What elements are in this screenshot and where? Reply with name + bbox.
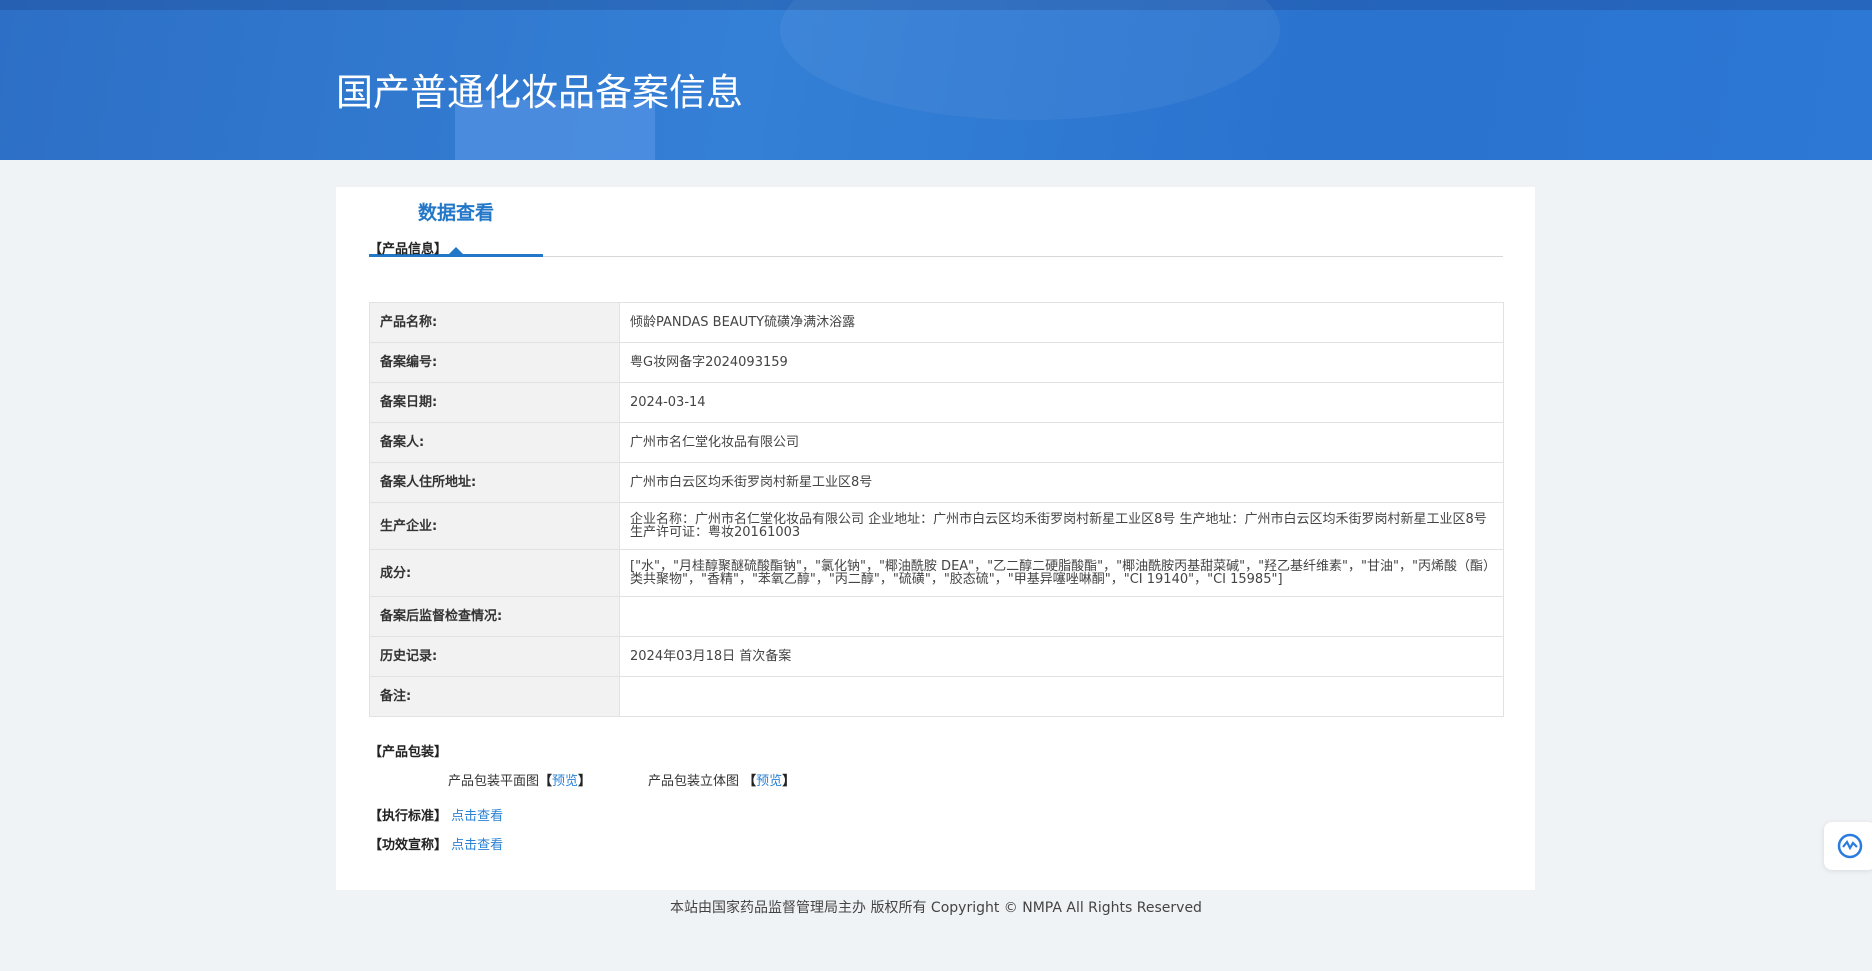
row-label: 备案编号: [369,342,620,383]
row-label: 备案后监督检查情况: [369,596,620,637]
packaging-solid-label: 产品包装立体图 [648,774,740,789]
standard-label: 【执行标准】 [369,809,448,824]
standard-row: 【执行标准】 点击查看 [369,805,503,824]
efficacy-row: 【功效宣称】 点击查看 [369,834,503,853]
row-value: 广州市名仁堂化妆品有限公司 [619,422,1504,463]
table-row: 产品名称: 倾龄PANDAS BEAUTY硫磺净满沐浴露 [369,302,1504,343]
row-value: ["水"，"月桂醇聚醚硫酸酯钠"，"氯化钠"，"椰油酰胺 DEA"，"乙二醇二硬… [619,549,1504,597]
packaging-flat: 产品包装平面图【预览】 [448,770,591,789]
packaging-solid-preview-link[interactable]: 预览 [756,774,782,789]
row-label: 历史记录: [369,636,620,677]
product-info-heading: 【产品信息】 [369,242,448,257]
row-label: 备案人住所地址: [369,462,620,503]
banner-decoration [780,0,1280,120]
bracket: 】 [578,774,592,789]
header-banner: 国产普通化妆品备案信息 [0,0,1872,160]
packaging-solid: 产品包装立体图 【预览】 [648,770,795,789]
row-value: 2024年03月18日 首次备案 [619,636,1504,677]
row-label: 产品名称: [369,302,620,343]
bracket: 【 [539,774,553,789]
row-value: 2024-03-14 [619,382,1504,423]
packaging-flat-preview-link[interactable]: 预览 [552,774,578,789]
row-label: 备案人: [369,422,620,463]
table-row: 备案后监督检查情况: [369,596,1504,637]
table-row: 备案日期: 2024-03-14 [369,382,1504,423]
footer-copyright: 本站由国家药品监督管理局主办 版权所有 Copyright © NMPA All… [670,900,1202,916]
efficacy-view-link[interactable]: 点击查看 [451,838,503,853]
row-label: 备案日期: [369,382,620,423]
table-row: 成分: ["水"，"月桂醇聚醚硫酸酯钠"，"氯化钠"，"椰油酰胺 DEA"，"乙二… [369,549,1504,597]
standard-view-link[interactable]: 点击查看 [451,809,503,824]
row-label: 生产企业: [369,502,620,550]
row-value [619,596,1504,637]
row-value: 广州市白云区均禾街罗岗村新星工业区8号 [619,462,1504,503]
row-value: 粤G妆网备字2024093159 [619,342,1504,383]
row-value: 倾龄PANDAS BEAUTY硫磺净满沐浴露 [619,302,1504,343]
bracket: 【 [743,774,757,789]
floating-assistant-button[interactable] [1824,822,1872,870]
packaging-flat-label: 产品包装平面图 [448,774,540,789]
row-value: 企业名称：广州市名仁堂化妆品有限公司 企业地址：广州市白云区均禾街罗岗村新星工业… [619,502,1504,550]
tab-bar: 数据查看 [369,187,1503,257]
assistant-logo-icon [1837,833,1863,859]
table-row: 备案编号: 粤G妆网备字2024093159 [369,342,1504,383]
packaging-heading: 【产品包装】 [369,745,448,760]
table-row: 备案人: 广州市名仁堂化妆品有限公司 [369,422,1504,463]
row-label: 备注: [369,676,620,717]
row-label: 成分: [369,549,620,597]
efficacy-label: 【功效宣称】 [369,838,448,853]
product-info-table: 产品名称: 倾龄PANDAS BEAUTY硫磺净满沐浴露 备案编号: 粤G妆网备字20… [369,302,1504,717]
table-row: 备案人住所地址: 广州市白云区均禾街罗岗村新星工业区8号 [369,462,1504,503]
row-value [619,676,1504,717]
table-row: 生产企业: 企业名称：广州市名仁堂化妆品有限公司 企业地址：广州市白云区均禾街罗岗… [369,502,1504,550]
bracket: 】 [782,774,796,789]
table-row: 备注: [369,676,1504,717]
content-card: 数据查看 【产品信息】 产品名称: 倾龄PANDAS BEAUTY硫磺净满沐浴露备… [336,187,1535,890]
table-row: 历史记录: 2024年03月18日 首次备案 [369,636,1504,677]
page-title: 国产普通化妆品备案信息 [336,71,743,114]
